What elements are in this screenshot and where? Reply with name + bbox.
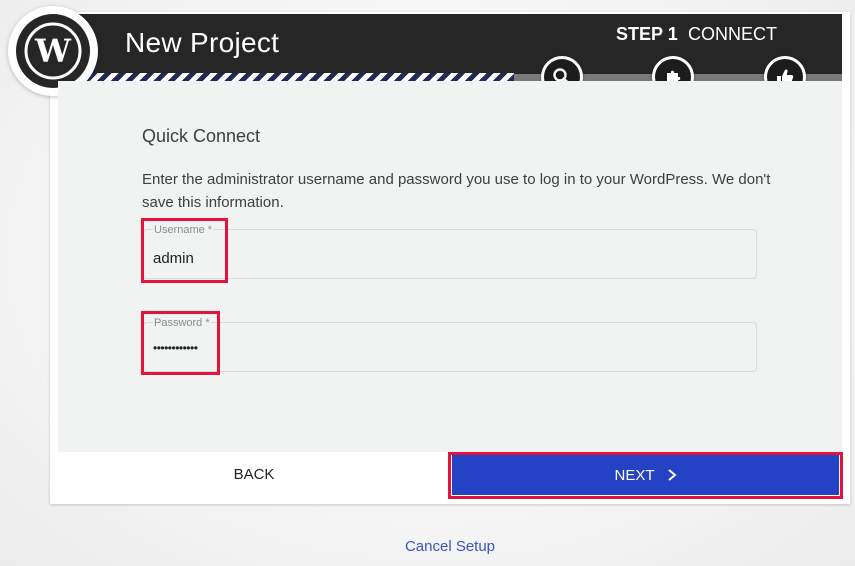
form-heading: Quick Connect (142, 126, 261, 146)
cancel-setup-link[interactable]: Cancel Setup (0, 538, 855, 555)
page-title: New Project (125, 27, 280, 58)
password-field[interactable]: Password * •••••••••••• (143, 317, 757, 372)
username-value: admin (153, 250, 194, 267)
form-description: Enter the administrator username and pas… (142, 171, 771, 211)
next-label: NEXT (614, 466, 655, 484)
step-name: CONNECT (688, 24, 777, 44)
svg-text:W: W (34, 32, 72, 70)
header-stripe-decoration (44, 73, 514, 81)
chevron-right-icon (667, 469, 677, 481)
password-value: •••••••••••• (153, 341, 198, 355)
step-number: STEP 1 (616, 24, 678, 44)
back-button[interactable]: BACK (58, 452, 450, 497)
next-button[interactable]: NEXT (452, 455, 839, 495)
password-label: Password * (153, 317, 211, 329)
username-label: Username * (153, 224, 214, 236)
username-field[interactable]: Username * admin (143, 224, 757, 279)
